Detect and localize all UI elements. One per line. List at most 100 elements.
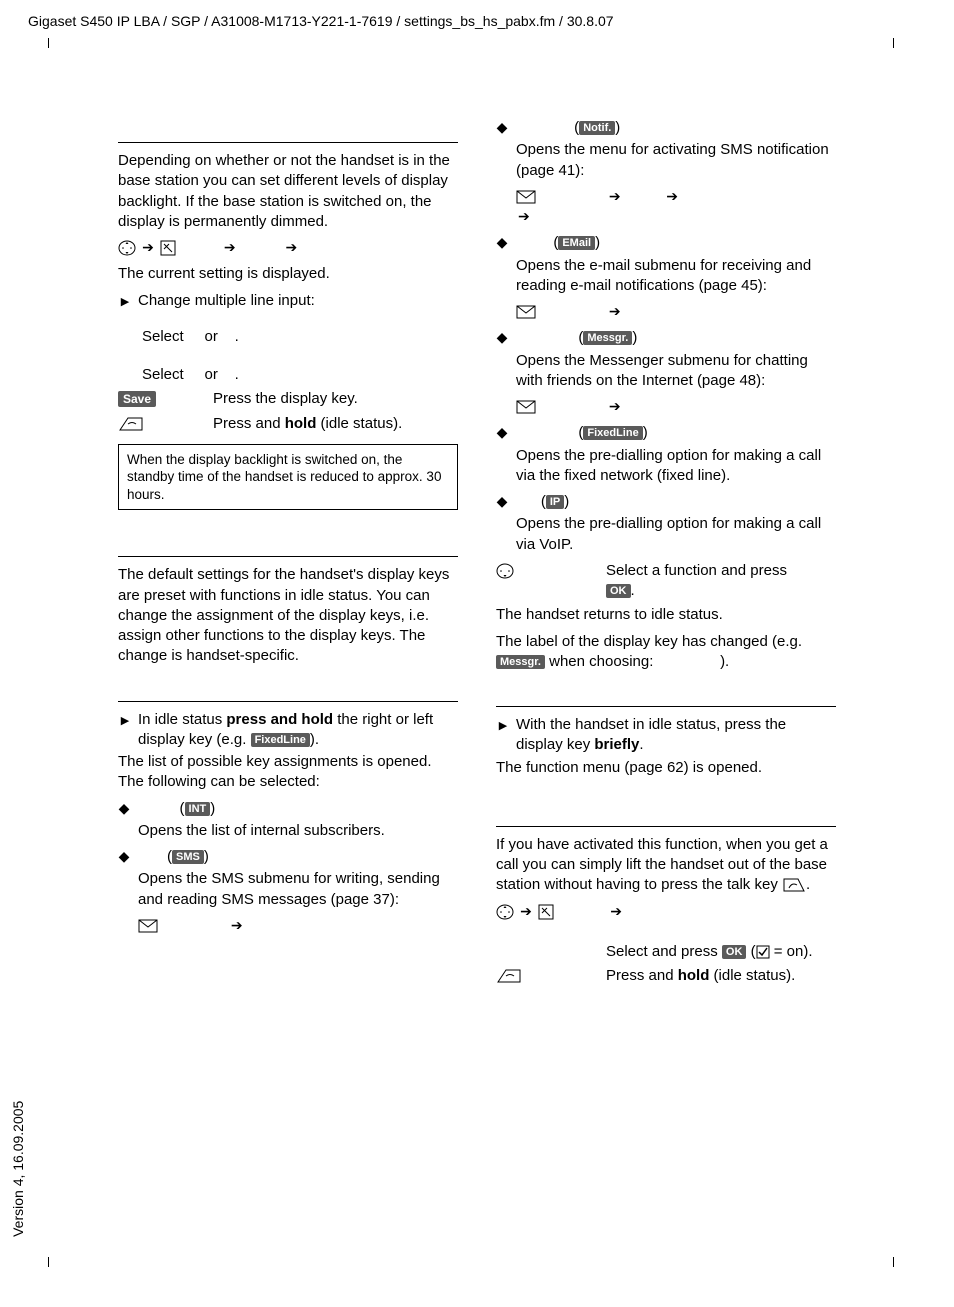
version-text: Version 4, 16.09.2005: [9, 1101, 28, 1237]
triangle-icon: ▶: [121, 296, 135, 308]
text: Select a function and press OK.: [606, 561, 836, 602]
crop-mark: [48, 38, 49, 48]
arrow-icon: ➔: [607, 398, 623, 414]
label: Select: [142, 365, 184, 385]
para-display-keys: The default settings for the handset's d…: [118, 565, 458, 666]
label: .: [235, 365, 239, 385]
label: Select: [142, 327, 184, 347]
rule: [496, 826, 836, 827]
rule: [496, 706, 836, 707]
crop-mark: [893, 1257, 894, 1267]
diamond-icon: ◆: [497, 329, 516, 345]
arrow-icon: ➔: [229, 917, 245, 933]
diamond-icon: ◆: [119, 848, 138, 864]
sms-nav: ➔: [118, 916, 458, 936]
triangle-icon: ▶: [499, 720, 513, 732]
diamond-icon: ◆: [119, 800, 138, 816]
select-row-2: Select or .: [118, 365, 458, 385]
int-badge: INT: [185, 802, 211, 816]
select-fn-row: Select a function and press OK.: [496, 561, 836, 602]
text: Press and hold (idle status).: [213, 414, 458, 434]
hold-row: Press and hold (idle status).: [118, 414, 458, 434]
notif-badge: Notif.: [579, 121, 615, 135]
envelope-icon: [138, 919, 158, 933]
fixed-desc: Opens the pre-dialling option for making…: [496, 446, 836, 487]
checkbox-on-icon: [756, 945, 770, 959]
para-backlight-intro: Depending on whether or not the handset …: [118, 151, 458, 232]
text: Press and hold (idle status).: [606, 966, 836, 986]
email-badge: EMail: [558, 236, 595, 250]
bullet-press-hold: ▶ In idle status press and hold the righ…: [118, 710, 458, 751]
text: With the handset in idle status, press t…: [516, 715, 836, 756]
item-ip: ◆ (IP): [496, 492, 836, 512]
diamond-icon: ◆: [497, 119, 516, 135]
bullet-briefly: ▶ With the handset in idle status, press…: [496, 715, 836, 756]
arrow-icon: ➔: [284, 239, 300, 255]
label: or: [205, 327, 218, 347]
save-row: Save Press the display key.: [118, 389, 458, 409]
notif-nav: ➔ ➔ ➔: [496, 187, 836, 228]
talk-key-icon: [782, 877, 806, 893]
nav-sequence: ➔ ➔ ➔: [118, 238, 458, 258]
control-key-icon: [496, 562, 514, 580]
item-messenger: ◆ (Messgr.): [496, 328, 836, 348]
item-notif: ◆ (Notif.): [496, 118, 836, 138]
envelope-icon: [516, 190, 536, 204]
label: .: [235, 327, 239, 347]
text: In idle status press and hold the right …: [138, 710, 458, 751]
rule: [118, 142, 458, 143]
email-nav: ➔: [496, 302, 836, 322]
save-badge: Save: [118, 391, 156, 407]
rule: [118, 701, 458, 702]
text: Select and press OK ( = on).: [606, 942, 836, 962]
triangle-icon: ▶: [121, 715, 135, 727]
para-auto-answer: If you have activated this function, whe…: [496, 835, 836, 896]
control-key-icon: [496, 903, 514, 921]
menu-icon: [160, 240, 176, 256]
para-idle: The handset returns to idle status.: [496, 605, 836, 625]
ok-badge: OK: [606, 584, 631, 598]
email-desc: Opens the e-mail submenu for receiving a…: [496, 256, 836, 297]
select-row-1: Select or .: [118, 327, 458, 347]
notif-desc: Opens the menu for activating SMS notifi…: [496, 140, 836, 181]
item-sms: ◆ (SMS): [118, 847, 458, 867]
end-call-key-icon: [118, 416, 144, 432]
text: Press the display key.: [213, 389, 458, 409]
item-int: ◆ (INT): [118, 799, 458, 819]
page: Gigaset S450 IP LBA / SGP / A31008-M1713…: [0, 0, 954, 1307]
diamond-icon: ◆: [497, 493, 516, 509]
messgr-badge: Messgr.: [583, 331, 632, 345]
bullet-change-input: ▶ Change multiple line input:: [118, 291, 458, 311]
sms-badge: SMS: [172, 850, 204, 864]
fixedline-badge: FixedLine: [251, 733, 310, 747]
arrow-icon: ➔: [518, 903, 534, 919]
arrow-icon: ➔: [222, 239, 238, 255]
messgr-nav: ➔: [496, 397, 836, 417]
para-current-setting: The current setting is displayed.: [118, 264, 458, 284]
content-columns: Depending on whether or not the handset …: [118, 118, 838, 990]
ip-badge: IP: [546, 495, 564, 509]
left-column: Depending on whether or not the handset …: [118, 118, 458, 990]
envelope-icon: [516, 400, 536, 414]
menu-icon: [538, 904, 554, 920]
arrow-icon: ➔: [664, 188, 680, 204]
select-press-row: Select and press OK ( = on).: [496, 942, 836, 962]
int-desc: Opens the list of internal subscribers.: [118, 821, 458, 841]
label: or: [205, 365, 218, 385]
crop-mark: [893, 38, 894, 48]
item-fixedline: ◆ (FixedLine): [496, 423, 836, 443]
arrow-icon: ➔: [607, 303, 623, 319]
note-box: When the display backlight is switched o…: [118, 444, 458, 511]
para-fn-menu: The function menu (page 62) is opened.: [496, 758, 836, 778]
item-email: ◆ (EMail): [496, 233, 836, 253]
diamond-icon: ◆: [497, 424, 516, 440]
end-call-key-icon: [496, 968, 522, 984]
para-assignments-list: The list of possible key assignments is …: [118, 752, 458, 793]
rule: [118, 556, 458, 557]
ok-badge: OK: [722, 945, 747, 959]
messgr-desc: Opens the Messenger submenu for chatting…: [496, 351, 836, 392]
doc-header: Gigaset S450 IP LBA / SGP / A31008-M1713…: [28, 12, 614, 31]
arrow-icon: ➔: [608, 903, 624, 919]
diamond-icon: ◆: [497, 234, 516, 250]
arrow-icon: ➔: [607, 188, 623, 204]
